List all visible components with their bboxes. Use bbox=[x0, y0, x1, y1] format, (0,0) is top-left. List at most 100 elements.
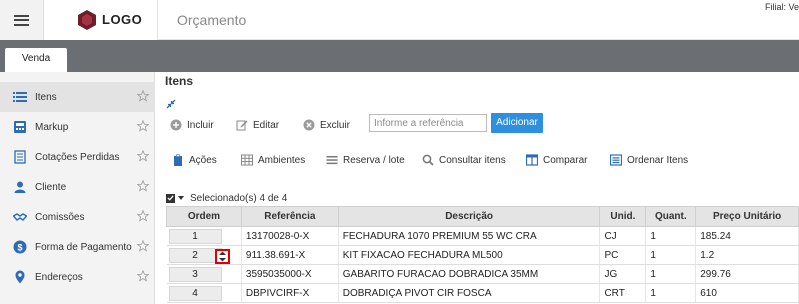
sidebar-item-enderecos[interactable]: Endereços bbox=[0, 262, 155, 292]
logo[interactable]: LOGO bbox=[44, 0, 158, 40]
star-icon[interactable] bbox=[136, 149, 150, 162]
items-table: Ordem Referência Descrição Unid. Quant. … bbox=[166, 206, 799, 303]
column-header-descricao[interactable]: Descrição bbox=[337, 206, 601, 227]
column-header-preco-unitario[interactable]: Preço Unitário bbox=[695, 206, 799, 227]
star-icon[interactable] bbox=[136, 89, 150, 102]
ordem-cell[interactable]: 2 bbox=[168, 247, 230, 264]
quantidade-cell: 1 bbox=[645, 283, 697, 303]
column-header-referencia[interactable]: Referência bbox=[240, 206, 339, 227]
acoes-label: Ações bbox=[189, 154, 217, 166]
quantidade-cell: 1 bbox=[645, 226, 697, 246]
sidebar-item-forma-de-pagamento[interactable]: $ Forma de Pagamento bbox=[0, 232, 155, 262]
excluir-button[interactable]: Excluir bbox=[303, 117, 350, 133]
dollar-icon: $ bbox=[13, 240, 27, 254]
clipboard-icon bbox=[172, 154, 184, 166]
editar-button[interactable]: Editar bbox=[236, 117, 279, 133]
top-bar: LOGO Orçamento Filial: Ve bbox=[0, 0, 799, 40]
selection-count: Selecionado(s) 4 de 4 bbox=[190, 192, 288, 204]
sidebar-item-label: Forma de Pagamento bbox=[35, 241, 132, 253]
referencia-cell: DBPIVCIRF-X bbox=[241, 283, 339, 303]
list-lines-icon bbox=[326, 154, 338, 166]
ordered-list-icon bbox=[610, 154, 622, 166]
tab-strip: Venda bbox=[0, 40, 799, 73]
excluir-label: Excluir bbox=[320, 119, 351, 131]
table-row[interactable]: 1 13170028-0-X FECHADURA 1070 PREMIUM 55… bbox=[166, 226, 799, 246]
column-header-quantidade[interactable]: Quant. bbox=[645, 206, 697, 227]
sidebar-item-label: Cotações Perdidas bbox=[35, 151, 120, 163]
reserva-lote-button[interactable]: Reserva / lote bbox=[326, 152, 405, 168]
editar-label: Editar bbox=[253, 119, 280, 131]
selection-bar: Selecionado(s) 4 de 4 bbox=[166, 192, 287, 204]
ordem-cell[interactable]: 1 bbox=[168, 228, 222, 244]
descricao-cell: GABARITO FURACAO DOBRADICA 35MM bbox=[338, 264, 601, 284]
column-header-unidade[interactable]: Unid. bbox=[599, 206, 647, 227]
descricao-cell: FECHADURA 1070 PREMIUM 55 WC CRA bbox=[338, 226, 601, 246]
preco-cell: 185.24 bbox=[695, 226, 799, 246]
handshake-icon bbox=[13, 210, 27, 224]
close-circle-icon bbox=[303, 119, 315, 131]
referencia-cell: 13170028-0-X bbox=[241, 226, 339, 246]
ordenar-itens-button[interactable]: Ordenar Itens bbox=[610, 152, 688, 168]
sidebar-item-cotacoes-perdidas[interactable]: Cotações Perdidas bbox=[0, 142, 155, 172]
referencia-input[interactable] bbox=[369, 114, 487, 132]
consultar-itens-label: Consultar itens bbox=[439, 154, 506, 166]
check-icon bbox=[167, 195, 174, 201]
ordem-cell[interactable]: 4 bbox=[168, 285, 222, 301]
sidebar-item-markup[interactable]: Markup bbox=[0, 112, 155, 142]
sidebar-item-comissoes[interactable]: Comissões bbox=[0, 202, 155, 232]
acoes-button[interactable]: Ações bbox=[172, 152, 217, 168]
plus-circle-icon bbox=[170, 119, 182, 131]
quantidade-cell: 1 bbox=[645, 245, 697, 265]
hamburger-menu-button[interactable] bbox=[0, 0, 44, 40]
sidebar-item-cliente[interactable]: Cliente bbox=[0, 172, 155, 202]
table-row[interactable]: 4 DBPIVCIRF-X DOBRADIÇA PIVOT CIR FOSCA … bbox=[166, 283, 799, 303]
tab-venda[interactable]: Venda bbox=[5, 48, 67, 73]
ambientes-button[interactable]: Ambientes bbox=[241, 152, 305, 168]
table-row[interactable]: 2 911.38.691-X KIT FIXACAO FECHADURA ML5… bbox=[166, 245, 799, 265]
star-icon[interactable] bbox=[136, 209, 150, 222]
logo-text: LOGO bbox=[102, 12, 143, 27]
sidebar-item-label: Markup bbox=[35, 121, 69, 133]
ordenar-itens-label: Ordenar Itens bbox=[627, 154, 689, 166]
star-icon[interactable] bbox=[136, 119, 150, 132]
sidebar-item-label: Endereços bbox=[35, 271, 83, 283]
comparar-button[interactable]: Comparar bbox=[526, 152, 587, 168]
star-icon[interactable] bbox=[136, 179, 150, 192]
table-row[interactable]: 3 3595035000-X GABARITO FURACAO DOBRADIC… bbox=[166, 264, 799, 284]
star-icon[interactable] bbox=[136, 269, 150, 282]
select-all-checkbox[interactable] bbox=[166, 193, 175, 203]
collapse-arrows-icon[interactable] bbox=[166, 99, 176, 109]
reorder-handle-icon[interactable] bbox=[214, 248, 230, 264]
referencia-cell: 3595035000-X bbox=[241, 264, 339, 284]
hamburger-icon bbox=[14, 14, 29, 26]
edit-icon bbox=[236, 119, 248, 131]
preco-cell: 1.2 bbox=[695, 245, 799, 265]
table-header-row: Ordem Referência Descrição Unid. Quant. … bbox=[166, 206, 799, 227]
preco-cell: 610 bbox=[695, 283, 799, 303]
unidade-cell: CRT bbox=[599, 283, 647, 303]
sidebar-item-label: Comissões bbox=[35, 211, 85, 223]
search-icon bbox=[422, 154, 434, 166]
column-header-ordem[interactable]: Ordem bbox=[166, 206, 242, 227]
compare-columns-icon bbox=[526, 154, 538, 166]
user-icon bbox=[13, 180, 27, 194]
adicionar-button[interactable]: Adicionar bbox=[491, 113, 543, 133]
logo-mark-icon bbox=[76, 9, 98, 31]
svg-text:$: $ bbox=[17, 242, 22, 252]
sidebar-item-itens[interactable]: Itens bbox=[0, 82, 155, 112]
ambientes-label: Ambientes bbox=[258, 154, 306, 166]
incluir-button[interactable]: Incluir bbox=[170, 117, 214, 133]
consultar-itens-button[interactable]: Consultar itens bbox=[422, 152, 506, 168]
sidebar: Itens Markup Cotações Perdidas Cliente C… bbox=[0, 72, 155, 304]
calculator-icon bbox=[13, 120, 27, 134]
referencia-cell: 911.38.691-X bbox=[241, 245, 339, 265]
descricao-cell: KIT FIXACAO FECHADURA ML500 bbox=[338, 245, 601, 265]
star-icon[interactable] bbox=[136, 239, 150, 252]
ordem-cell[interactable]: 3 bbox=[168, 266, 222, 282]
section-title: Itens bbox=[165, 74, 194, 88]
sidebar-item-label: Itens bbox=[35, 91, 57, 103]
preco-cell: 299.76 bbox=[695, 264, 799, 284]
filial-label: Filial: Ve bbox=[764, 2, 799, 12]
document-icon bbox=[13, 150, 27, 164]
select-dropdown-caret-icon[interactable] bbox=[178, 196, 184, 200]
